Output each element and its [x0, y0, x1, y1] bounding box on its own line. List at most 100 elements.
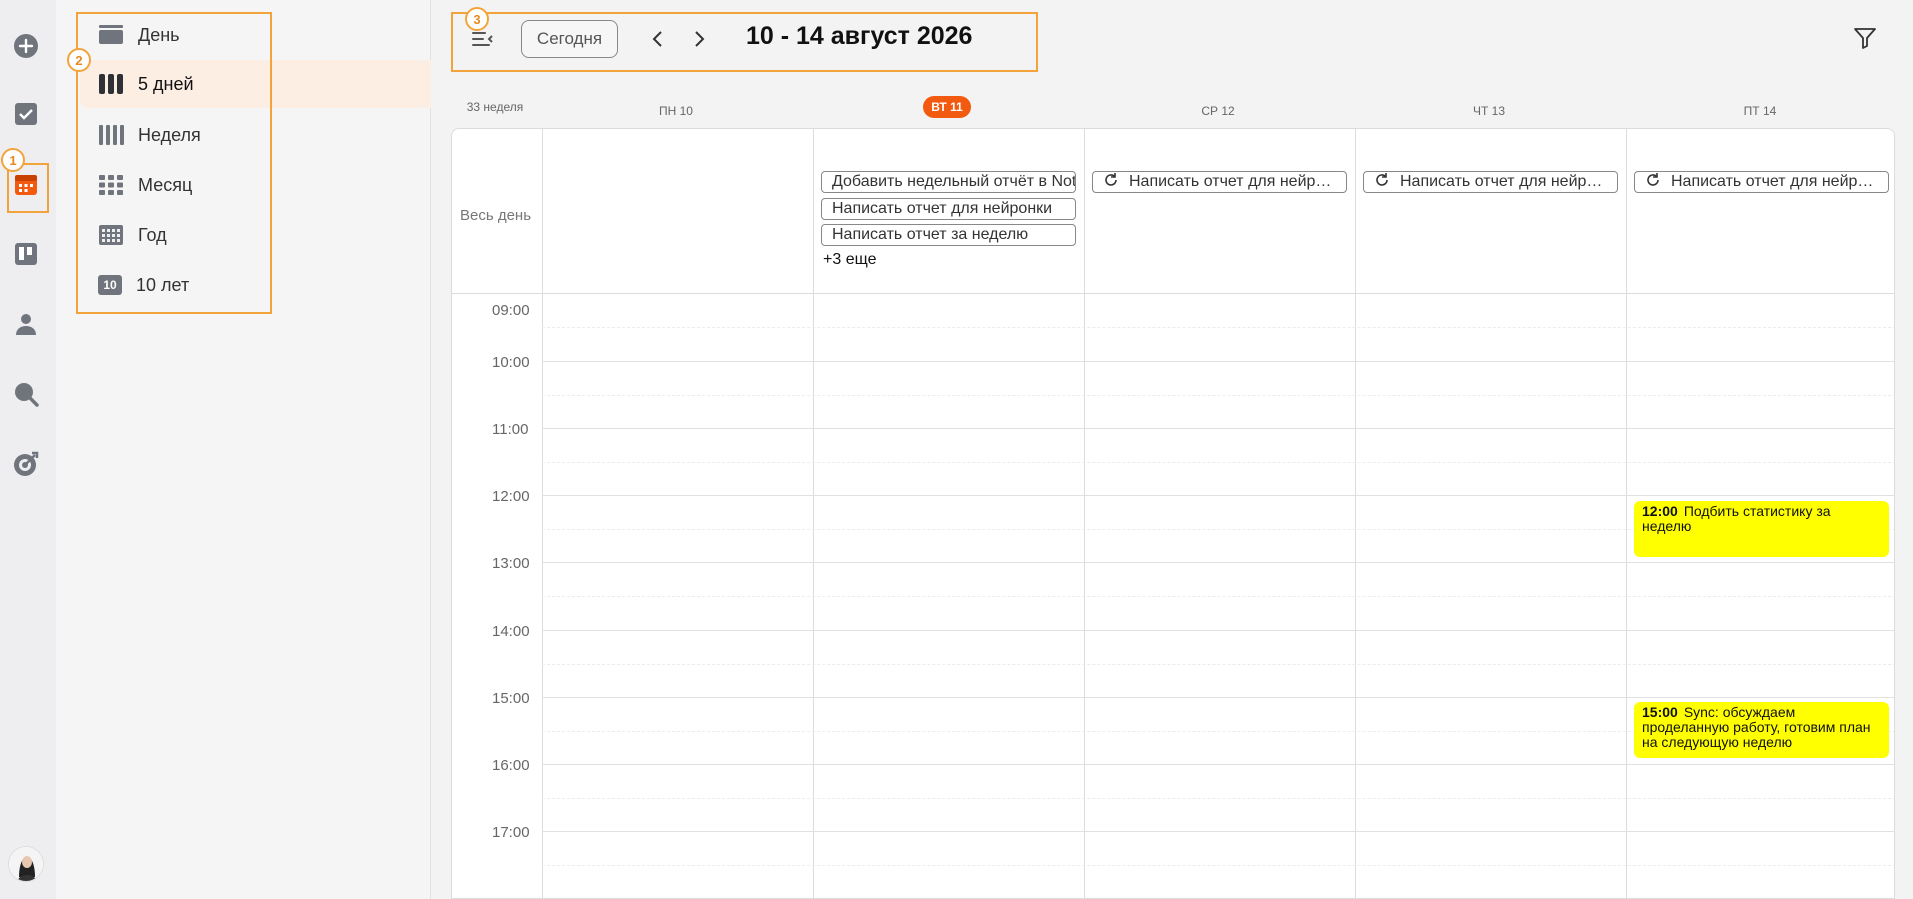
day-header-wed[interactable]: СР 12: [1083, 104, 1353, 118]
allday-event[interactable]: Написать отчет для нейронки: [821, 198, 1076, 220]
column-divider: [542, 129, 543, 898]
repeat-icon: [1103, 172, 1119, 192]
view-item-day[interactable]: День: [92, 11, 392, 59]
view-item-week[interactable]: Неделя: [92, 111, 392, 159]
view-switcher-panel: День 5 дней Неделя Месяц Год 10 10 лет: [56, 0, 470, 899]
half-hour-line: [542, 462, 1894, 463]
day-header-label: ПН 10: [659, 104, 693, 118]
column-divider: [813, 129, 814, 898]
search-icon[interactable]: [12, 380, 40, 408]
allday-event-title: Написать отчет для нейронки: [832, 200, 1053, 217]
hour-line: [542, 495, 1894, 496]
view-item-label: 10 лет: [136, 274, 190, 295]
allday-event-title: Добавить недельный отчёт в Notion: [832, 173, 1076, 190]
today-day-badge: ВТ 11: [923, 96, 971, 118]
user-icon[interactable]: [12, 310, 40, 338]
decade-view-icon: 10: [98, 275, 122, 295]
allday-label: Весь день: [460, 207, 532, 224]
annotation-badge-2: 2: [67, 48, 91, 72]
repeat-icon: [1374, 172, 1390, 192]
allday-event-title: Написать отчет для нейронки: [1671, 173, 1878, 190]
allday-event-title: Написать отчет для нейронки: [1400, 173, 1607, 190]
hour-line: [542, 630, 1894, 631]
allday-event-title: Написать отчет за неделю: [832, 226, 1029, 243]
allday-event-recurring[interactable]: Написать отчет для нейронки: [1363, 171, 1618, 193]
today-button[interactable]: Сегодня: [521, 20, 618, 58]
app-rail: [0, 0, 56, 899]
half-hour-line: [542, 327, 1894, 328]
view-item-label: Год: [138, 224, 167, 245]
day-header-label: ЧТ 13: [1472, 104, 1505, 118]
target-icon[interactable]: [12, 450, 40, 478]
time-label: 16:00: [492, 757, 530, 774]
view-item-five-days[interactable]: 5 дней: [80, 60, 470, 108]
view-item-year[interactable]: Год: [92, 211, 392, 259]
hour-line: [542, 562, 1894, 563]
half-hour-line: [542, 865, 1894, 866]
time-label: 15:00: [492, 690, 530, 707]
day-header-fri[interactable]: ПТ 14: [1625, 104, 1895, 118]
view-item-label: День: [138, 24, 180, 45]
event-time: 15:00: [1642, 704, 1678, 720]
column-divider: [1355, 129, 1356, 898]
allday-event[interactable]: Написать отчет за неделю: [821, 224, 1076, 246]
time-label: 14:00: [492, 623, 530, 640]
event-time: 12:00: [1642, 503, 1678, 519]
hour-line: [542, 764, 1894, 765]
avatar[interactable]: [8, 846, 44, 882]
time-label: 11:00: [492, 421, 529, 438]
half-hour-line: [542, 395, 1894, 396]
time-label: 12:00: [492, 488, 530, 505]
time-label: 13:00: [492, 555, 530, 572]
view-item-label: Неделя: [138, 124, 201, 145]
half-hour-line: [542, 798, 1894, 799]
date-range-title: 10 - 14 август 2026: [746, 22, 973, 50]
week-number-label: 33 неделя: [466, 100, 524, 114]
day-header-label: ПТ 14: [1743, 104, 1777, 118]
view-item-decade[interactable]: 10 10 лет: [92, 261, 392, 309]
calendar-grid: Весь день Добавить недельный отчёт в Not…: [451, 128, 1895, 899]
day-header-label: СР 12: [1201, 104, 1235, 118]
column-divider: [1626, 129, 1627, 898]
calendar-event[interactable]: 12:00 Подбить статистику за неделю: [1634, 501, 1889, 557]
calendar-toolbar: Сегодня 10 - 14 август 2026: [431, 0, 1913, 76]
view-item-month[interactable]: Месяц: [92, 161, 392, 209]
day-header-tue[interactable]: ВТ 11: [812, 96, 1082, 118]
allday-event[interactable]: Добавить недельный отчёт в Notion: [821, 171, 1076, 193]
repeat-icon: [1645, 172, 1661, 192]
year-view-icon: [98, 225, 124, 245]
hour-line: [542, 361, 1894, 362]
column-divider: [1084, 129, 1085, 898]
view-item-label: 5 дней: [138, 73, 194, 94]
plus-circle-icon[interactable]: [12, 32, 40, 60]
calendar-event[interactable]: 15:00 Sync: обсуждаем проделанную работу,…: [1634, 702, 1889, 758]
half-hour-line: [542, 664, 1894, 665]
time-label: 10:00: [492, 354, 530, 371]
half-hour-line: [542, 596, 1894, 597]
allday-event-recurring[interactable]: Написать отчет для нейронки: [1634, 171, 1889, 193]
week-view-icon: [98, 125, 124, 145]
chevron-left-icon[interactable]: [645, 26, 671, 52]
day-view-icon: [98, 25, 124, 45]
filter-icon[interactable]: [1853, 26, 1879, 52]
checkbox-icon[interactable]: [12, 100, 40, 128]
chevron-right-icon[interactable]: [686, 26, 712, 52]
allday-event-title: Написать отчет для нейронки: [1129, 173, 1336, 190]
hour-line: [542, 428, 1894, 429]
five-day-view-icon: [98, 74, 124, 94]
more-events-link[interactable]: +3 еще: [823, 251, 876, 269]
allday-separator: [452, 293, 1894, 294]
hour-line: [542, 697, 1894, 698]
hour-line: [542, 831, 1894, 832]
time-label: 17:00: [492, 824, 530, 841]
allday-event-recurring[interactable]: Написать отчет для нейронки: [1092, 171, 1347, 193]
calendar-icon[interactable]: [12, 170, 40, 198]
annotation-badge-1: 1: [1, 148, 25, 172]
month-view-icon: [98, 175, 124, 195]
time-label: 09:00: [492, 302, 530, 319]
day-header-thu[interactable]: ЧТ 13: [1354, 104, 1624, 118]
day-header-mon[interactable]: ПН 10: [541, 104, 811, 118]
kanban-icon[interactable]: [12, 240, 40, 268]
annotation-badge-3: 3: [465, 7, 489, 31]
view-item-label: Месяц: [138, 174, 193, 195]
